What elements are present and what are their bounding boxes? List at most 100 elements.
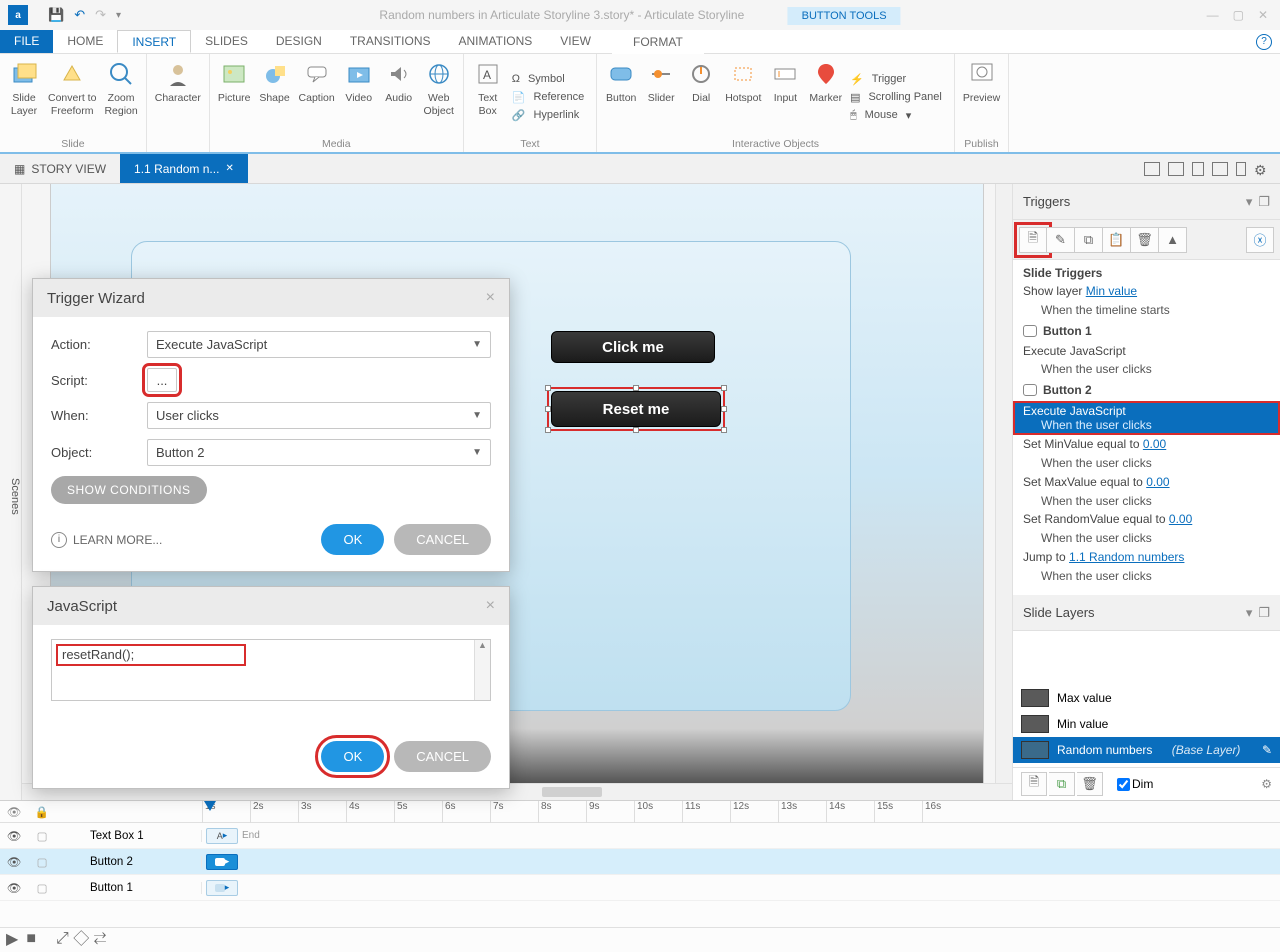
slide-button-reset-me-selection[interactable]: Reset me bbox=[547, 387, 725, 431]
rib-trigger[interactable]: ⚡ Trigger bbox=[846, 71, 950, 87]
trigger-link-maxvalue-zero[interactable]: 0.00 bbox=[1146, 475, 1169, 489]
rib-input[interactable]: Input bbox=[765, 56, 805, 138]
js-dialog-close-icon[interactable]: × bbox=[486, 597, 495, 615]
layer-max-value[interactable]: Max value bbox=[1013, 685, 1280, 711]
delete-layer-button[interactable]: 🗑 bbox=[1077, 772, 1103, 796]
settings-icon[interactable]: ⚙ bbox=[1254, 162, 1270, 176]
slide-button-reset-me[interactable]: Reset me bbox=[551, 391, 721, 427]
timeline-row-textbox1[interactable]: 👁▢ Text Box 1 A▸ End bbox=[0, 823, 1280, 849]
tab-slide-active[interactable]: 1.1 Random n...✕ bbox=[120, 154, 248, 183]
close-icon[interactable]: ✕ bbox=[1258, 8, 1268, 22]
rib-audio[interactable]: Audio bbox=[379, 56, 419, 138]
menu-insert[interactable]: INSERT bbox=[117, 30, 191, 53]
rib-dial[interactable]: Dial bbox=[681, 56, 721, 138]
view-phone-icon[interactable] bbox=[1236, 162, 1246, 176]
when-dropdown[interactable]: User clicks▼ bbox=[147, 402, 491, 429]
layer-base[interactable]: Random numbers (Base Layer)✎ bbox=[1013, 737, 1280, 763]
menu-slides[interactable]: SLIDES bbox=[191, 30, 262, 53]
timeline-stop-icon[interactable]: ■ bbox=[26, 930, 36, 948]
rib-character[interactable]: Character bbox=[151, 56, 205, 150]
layers-menu-icon[interactable]: ▾ bbox=[1246, 605, 1253, 621]
rib-scrolling-panel[interactable]: ▤ Scrolling Panel bbox=[846, 89, 950, 105]
js-dialog-cancel-button[interactable]: CANCEL bbox=[394, 741, 491, 772]
rib-slide-layer[interactable]: Slide Layer bbox=[4, 56, 44, 138]
rib-button[interactable]: Button bbox=[601, 56, 641, 138]
menu-file[interactable]: FILE bbox=[0, 30, 53, 53]
action-dropdown[interactable]: Execute JavaScript▼ bbox=[147, 331, 491, 358]
moveup-trigger-button[interactable]: ▲ bbox=[1159, 227, 1187, 253]
close-tab-icon[interactable]: ✕ bbox=[225, 163, 233, 174]
rib-reference[interactable]: 📄 Reference bbox=[508, 89, 592, 105]
rib-video[interactable]: Video bbox=[339, 56, 379, 138]
timeline-zoom-icons[interactable]: ⤢ ◇ ⇄ bbox=[56, 930, 107, 948]
menu-design[interactable]: DESIGN bbox=[262, 30, 336, 53]
redo-icon[interactable]: ↷ bbox=[95, 7, 106, 23]
rib-web-object[interactable]: Web Object bbox=[419, 56, 459, 138]
trigger-wizard-close-icon[interactable]: × bbox=[486, 289, 495, 307]
copy-trigger-button[interactable]: ⧉ bbox=[1075, 227, 1103, 253]
qat-dropdown-icon[interactable]: ▾ bbox=[116, 10, 121, 21]
object-dropdown[interactable]: Button 2▼ bbox=[147, 439, 491, 466]
js-dialog-ok-button[interactable]: OK bbox=[321, 741, 384, 772]
timeline-eye-header[interactable]: 👁 bbox=[0, 805, 28, 819]
rib-caption[interactable]: Caption bbox=[295, 56, 339, 138]
trigger-link-minvalue-zero[interactable]: 0.00 bbox=[1143, 437, 1166, 451]
add-layer-button[interactable]: 🗎 bbox=[1021, 772, 1047, 796]
rib-slider[interactable]: Slider bbox=[641, 56, 681, 138]
undo-icon[interactable]: ↶ bbox=[74, 7, 85, 23]
trigger-link-min-value[interactable]: Min value bbox=[1086, 284, 1137, 298]
variables-button[interactable]: ⓧ bbox=[1246, 227, 1274, 253]
trigger-object-button2[interactable]: Button 2 bbox=[1013, 379, 1280, 401]
menu-home[interactable]: HOME bbox=[53, 30, 117, 53]
view-wide-icon[interactable] bbox=[1212, 162, 1228, 176]
trigger-wizard-ok-button[interactable]: OK bbox=[321, 524, 384, 555]
rib-text-box[interactable]: AText Box bbox=[468, 56, 508, 138]
script-ellipsis-button[interactable]: ... bbox=[147, 368, 177, 392]
menu-transitions[interactable]: TRANSITIONS bbox=[336, 30, 445, 53]
timeline-row-button2[interactable]: 👁▢ Button 2 ▸ bbox=[0, 849, 1280, 875]
canvas-scrollbar-v[interactable] bbox=[995, 184, 1012, 783]
tab-story-view[interactable]: ▦STORY VIEW bbox=[0, 154, 120, 183]
rib-preview[interactable]: Preview bbox=[959, 56, 1004, 138]
show-conditions-button[interactable]: SHOW CONDITIONS bbox=[51, 476, 207, 504]
slide-button-click-me[interactable]: Click me bbox=[551, 331, 715, 363]
minimize-icon[interactable]: — bbox=[1207, 8, 1219, 22]
layer-settings-icon[interactable]: ⚙ bbox=[1261, 777, 1272, 791]
rib-picture[interactable]: Picture bbox=[214, 56, 255, 138]
rib-zoom-region[interactable]: Zoom Region bbox=[100, 56, 141, 138]
trigger-wizard-cancel-button[interactable]: CANCEL bbox=[394, 524, 491, 555]
timeline-row-button1[interactable]: 👁▢ Button 1 ▸ bbox=[0, 875, 1280, 901]
rib-mouse[interactable]: 🖱 Mouse ▾ bbox=[846, 107, 950, 123]
trigger-link-random-zero[interactable]: 0.00 bbox=[1169, 512, 1192, 526]
scenes-panel-tab[interactable]: Scenes bbox=[0, 184, 22, 800]
trigger-link-jump[interactable]: 1.1 Random numbers bbox=[1069, 550, 1184, 564]
layer-min-value[interactable]: Min value bbox=[1013, 711, 1280, 737]
duplicate-layer-button[interactable]: ⧉ bbox=[1049, 772, 1075, 796]
javascript-textarea[interactable]: resetRand(); ▲ bbox=[51, 639, 491, 701]
view-tablet-icon[interactable] bbox=[1192, 162, 1204, 176]
help-icon[interactable]: ? bbox=[1256, 34, 1272, 50]
trigger-object-button1[interactable]: Button 1 bbox=[1013, 320, 1280, 342]
paste-trigger-button[interactable]: 📋 bbox=[1103, 227, 1131, 253]
rib-symbol[interactable]: Ω Symbol bbox=[508, 71, 592, 87]
learn-more-link[interactable]: iLEARN MORE... bbox=[51, 532, 162, 548]
rib-convert-freeform[interactable]: Convert to Freeform bbox=[44, 56, 100, 138]
menu-view[interactable]: VIEW bbox=[546, 30, 605, 53]
panel-menu-icon[interactable]: ▾ bbox=[1246, 194, 1253, 210]
trigger-selected-exec-js[interactable]: Execute JavaScript When the user clicks bbox=[1013, 401, 1280, 435]
timeline-play-icon[interactable]: ▶ bbox=[6, 929, 18, 949]
rib-shape[interactable]: Shape bbox=[255, 56, 295, 138]
menu-format[interactable]: FORMAT bbox=[612, 30, 704, 54]
edit-trigger-button[interactable]: ✎ bbox=[1047, 227, 1075, 253]
view-desktop-icon[interactable] bbox=[1144, 162, 1160, 176]
save-icon[interactable]: 💾 bbox=[48, 7, 64, 23]
new-trigger-button[interactable]: 🗎 bbox=[1019, 227, 1047, 253]
delete-trigger-button[interactable]: 🗑 bbox=[1131, 227, 1159, 253]
menu-animations[interactable]: ANIMATIONS bbox=[445, 30, 547, 53]
rib-hotspot[interactable]: Hotspot bbox=[721, 56, 765, 138]
dim-checkbox[interactable] bbox=[1117, 778, 1130, 791]
timeline-lock-header[interactable]: 🔒 bbox=[28, 805, 56, 819]
rib-marker[interactable]: Marker bbox=[805, 56, 846, 138]
maximize-icon[interactable]: ▢ bbox=[1233, 8, 1244, 22]
layers-popout-icon[interactable]: ❐ bbox=[1258, 605, 1270, 621]
